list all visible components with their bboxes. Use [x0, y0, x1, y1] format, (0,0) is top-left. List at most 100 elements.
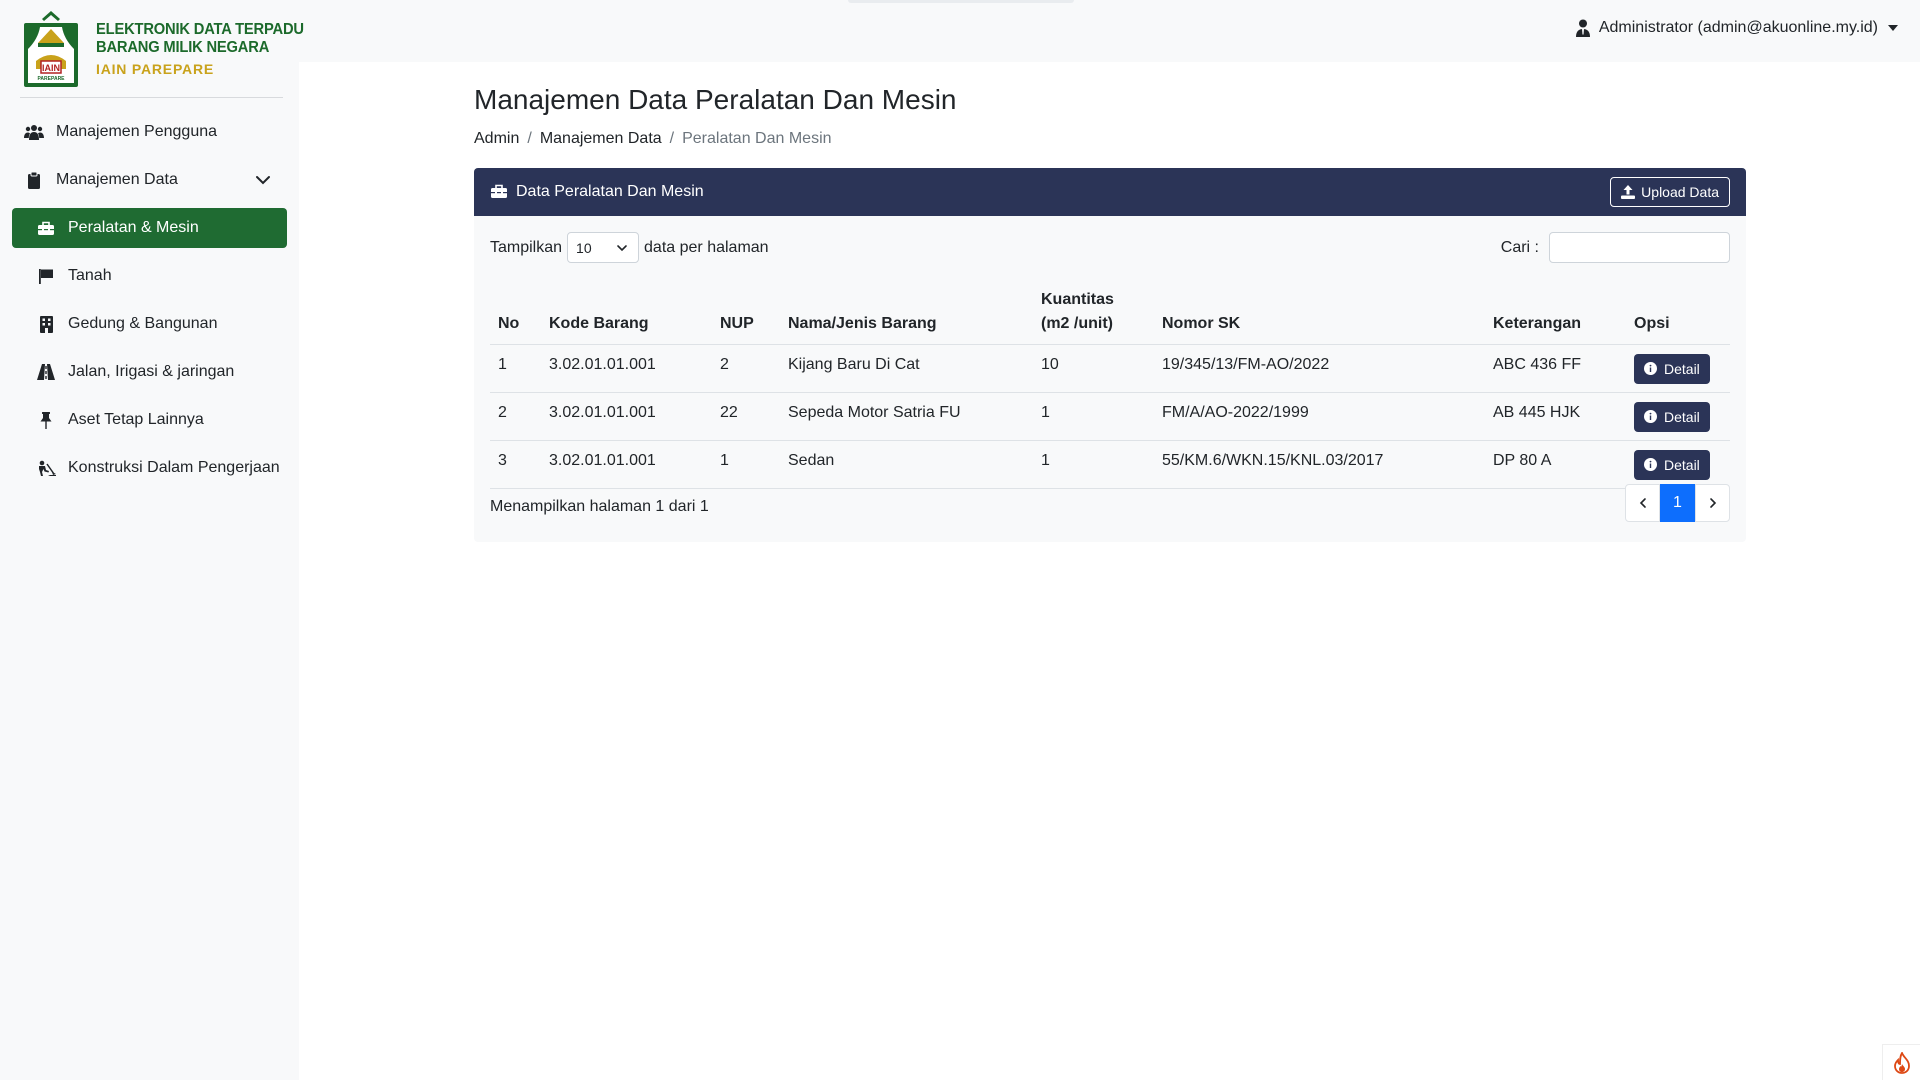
sidebar-item-manajemen-data[interactable]: Manajemen Data	[12, 160, 287, 200]
breadcrumb-admin[interactable]: Admin	[474, 130, 519, 148]
top-handle	[848, 0, 1074, 3]
col-kode-barang[interactable]: Kode Barang	[541, 280, 712, 345]
table-row: 3 3.02.01.01.001 1 Sedan 1 55/KM.6/WKN.1…	[490, 440, 1730, 489]
flag-icon	[36, 267, 56, 285]
sidebar-item-label: Manajemen Pengguna	[56, 123, 218, 140]
sidebar-item-manajemen-pengguna[interactable]: Manajemen Pengguna	[12, 112, 287, 152]
detail-button[interactable]: Detail	[1634, 401, 1710, 432]
col-nup[interactable]: NUP	[712, 280, 780, 345]
sidebar-menu: Manajemen Pengguna Manajemen Data Perala…	[0, 112, 299, 488]
sidebar-item-label: Gedung & Bangunan	[68, 315, 218, 332]
page-length-select[interactable]: 10	[567, 232, 640, 263]
page-length-value: 10	[576, 239, 592, 256]
svg-text:IAIN: IAIN	[42, 63, 60, 73]
breadcrumb-manajemen-data[interactable]: Manajemen Data	[540, 130, 662, 148]
road-icon	[36, 363, 56, 381]
sidebar-item-jalan-irigasi-jaringan[interactable]: Jalan, Irigasi & jaringan	[12, 352, 287, 392]
cell-kuantitas: 10	[1033, 344, 1154, 393]
building-icon	[36, 315, 56, 333]
cell-kode-barang: 3.02.01.01.001	[541, 344, 712, 393]
table-row: 2 3.02.01.01.001 22 Sepeda Motor Satria …	[490, 392, 1730, 441]
col-keterangan[interactable]: Keterangan	[1485, 280, 1626, 345]
pagination-page-button[interactable]: 1	[1660, 484, 1695, 522]
users-icon	[24, 123, 44, 141]
card-title: Data Peralatan Dan Mesin	[516, 183, 704, 200]
brand-line-1: ELEKTRONIK DATA TERPADU	[96, 20, 304, 38]
cell-kode-barang: 3.02.01.01.001	[541, 440, 712, 489]
toolbox-icon	[490, 184, 508, 200]
sidebar-submenu-manajemen-data: Peralatan & Mesin Tanah Gedung & Banguna…	[0, 208, 299, 488]
institution-logo: IAIN PAREPARE	[20, 9, 82, 89]
col-no[interactable]: No	[490, 280, 541, 345]
col-opsi: Opsi	[1626, 280, 1730, 345]
user-label: Administrator (admin@akuonline.my.id)	[1598, 19, 1878, 36]
detail-label: Detail	[1664, 456, 1700, 473]
caret-down-icon	[1888, 25, 1898, 31]
brand: IAIN PAREPARE ELEKTRONIK DATA TERPADU BA…	[20, 0, 304, 98]
table-controls: Tampilkan 10 data per halaman Cari :	[474, 216, 1746, 280]
cell-kuantitas: 1	[1033, 392, 1154, 441]
pagination-next-button[interactable]	[1695, 484, 1730, 522]
pagination-info: Menampilkan halaman 1 dari 1	[490, 498, 709, 515]
toolbox-icon	[36, 219, 56, 237]
page-title: Manajemen Data Peralatan Dan Mesin	[474, 84, 957, 115]
cell-nup: 1	[712, 440, 780, 489]
clipboard-icon	[24, 171, 44, 189]
cell-keterangan: DP 80 A	[1485, 440, 1626, 489]
detail-button[interactable]: Detail	[1634, 353, 1710, 384]
col-kuantitas-line2: (m2 /unit)	[1041, 315, 1113, 332]
data-table: No Kode Barang NUP Nama/Jenis Barang Kua…	[490, 280, 1730, 489]
breadcrumb-separator: /	[669, 130, 675, 147]
sidebar: IAIN PAREPARE ELEKTRONIK DATA TERPADU BA…	[0, 0, 304, 1080]
col-kuantitas[interactable]: Kuantitas (m2 /unit)	[1033, 280, 1154, 345]
col-nama-jenis-barang[interactable]: Nama/Jenis Barang	[780, 280, 1033, 345]
user-menu-dropdown[interactable]: Administrator (admin@akuonline.my.id)	[1575, 19, 1898, 37]
debug-toolbar-button[interactable]	[1882, 1044, 1920, 1080]
flame-icon	[1893, 1051, 1910, 1074]
cell-nup: 2	[712, 344, 780, 393]
cell-nama: Kijang Baru Di Cat	[780, 344, 1033, 393]
cell-no: 3	[490, 440, 541, 489]
cell-opsi: Detail	[1626, 440, 1730, 489]
sidebar-item-aset-tetap-lainnya[interactable]: Aset Tetap Lainnya	[12, 400, 287, 440]
breadcrumb: Admin / Manajemen Data / Peralatan Dan M…	[474, 130, 832, 148]
col-nomor-sk[interactable]: Nomor SK	[1154, 280, 1485, 345]
detail-button[interactable]: Detail	[1634, 449, 1710, 480]
show-suffix: data per halaman	[644, 238, 769, 256]
pagination: 1	[1625, 484, 1730, 522]
sidebar-item-peralatan-mesin[interactable]: Peralatan & Mesin	[12, 208, 287, 248]
data-card: Data Peralatan Dan Mesin Upload Data Tam…	[474, 168, 1746, 542]
person-digging-icon	[36, 459, 56, 477]
search-control: Cari :	[1501, 232, 1730, 263]
cell-nomor-sk: 55/KM.6/WKN.15/KNL.03/2017	[1154, 440, 1485, 489]
pagination-prev-button[interactable]	[1625, 484, 1660, 522]
cell-no: 2	[490, 392, 541, 441]
sidebar-item-label: Jalan, Irigasi & jaringan	[68, 363, 235, 380]
main-content: Manajemen Data Peralatan Dan Mesin Admin…	[299, 62, 1920, 1080]
cell-opsi: Detail	[1626, 344, 1730, 393]
search-input[interactable]	[1549, 232, 1730, 263]
sidebar-item-tanah[interactable]: Tanah	[12, 256, 287, 296]
cell-kuantitas: 1	[1033, 440, 1154, 489]
cell-no: 1	[490, 344, 541, 393]
chevron-left-icon	[1639, 498, 1646, 508]
svg-text:PAREPARE: PAREPARE	[37, 76, 65, 82]
info-circle-icon	[1644, 458, 1657, 471]
detail-label: Detail	[1664, 360, 1700, 377]
cell-nama: Sepeda Motor Satria FU	[780, 392, 1033, 441]
page-length-control: Tampilkan 10 data per halaman	[490, 232, 769, 263]
sidebar-item-label: Manajemen Data	[56, 171, 178, 188]
upload-label: Upload Data	[1641, 184, 1719, 200]
cell-opsi: Detail	[1626, 392, 1730, 441]
card-header: Data Peralatan Dan Mesin Upload Data	[474, 168, 1746, 216]
sidebar-item-label: Tanah	[68, 267, 112, 284]
info-circle-icon	[1644, 410, 1657, 423]
sidebar-item-label: Konstruksi Dalam Pengerjaan	[68, 459, 280, 476]
chevron-down-icon	[616, 242, 628, 254]
table-row: 1 3.02.01.01.001 2 Kijang Baru Di Cat 10…	[490, 344, 1730, 393]
cell-nama: Sedan	[780, 440, 1033, 489]
upload-data-button[interactable]: Upload Data	[1610, 177, 1730, 207]
sidebar-item-gedung-bangunan[interactable]: Gedung & Bangunan	[12, 304, 287, 344]
breadcrumb-current: Peralatan Dan Mesin	[682, 130, 832, 147]
sidebar-item-konstruksi-dalam-pengerjaan[interactable]: Konstruksi Dalam Pengerjaan	[12, 448, 287, 488]
